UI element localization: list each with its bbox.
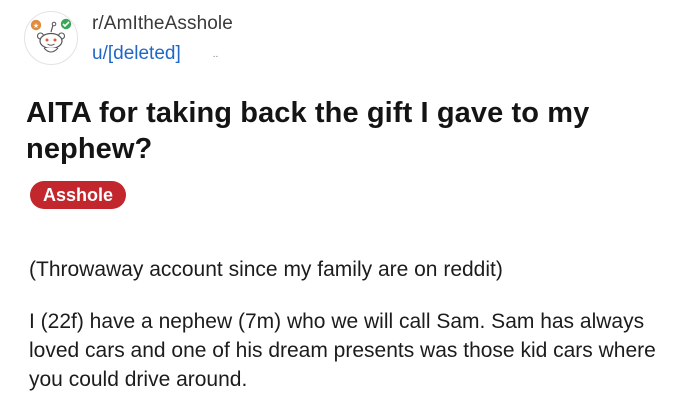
author-username[interactable]: u/[deleted] [92,42,181,66]
svg-text:★: ★ [33,22,39,30]
post-body-paragraph: I (22f) have a nephew (7m) who we will c… [29,310,656,391]
reddit-snoo-icon: ★ [30,18,72,53]
author-row: u/[deleted] .. [92,42,233,66]
avatar[interactable]: ★ [24,11,78,65]
post-body-paragraph: (Throwaway account since my family are o… [29,258,503,281]
post-meta: r/AmItheAsshole u/[deleted] .. [92,10,233,66]
post-header: ★ r/AmItheAsshole u/[deleted] .. [24,10,233,70]
reddit-post: ★ r/AmItheAsshole u/[deleted] .. AITA fo… [0,0,700,409]
post-flair[interactable]: Asshole [30,181,127,209]
stray-mark: .. [212,49,219,60]
post-title[interactable]: AITA for taking back the gift I gave to … [26,95,676,167]
subreddit-name[interactable]: r/AmItheAsshole [92,12,233,36]
